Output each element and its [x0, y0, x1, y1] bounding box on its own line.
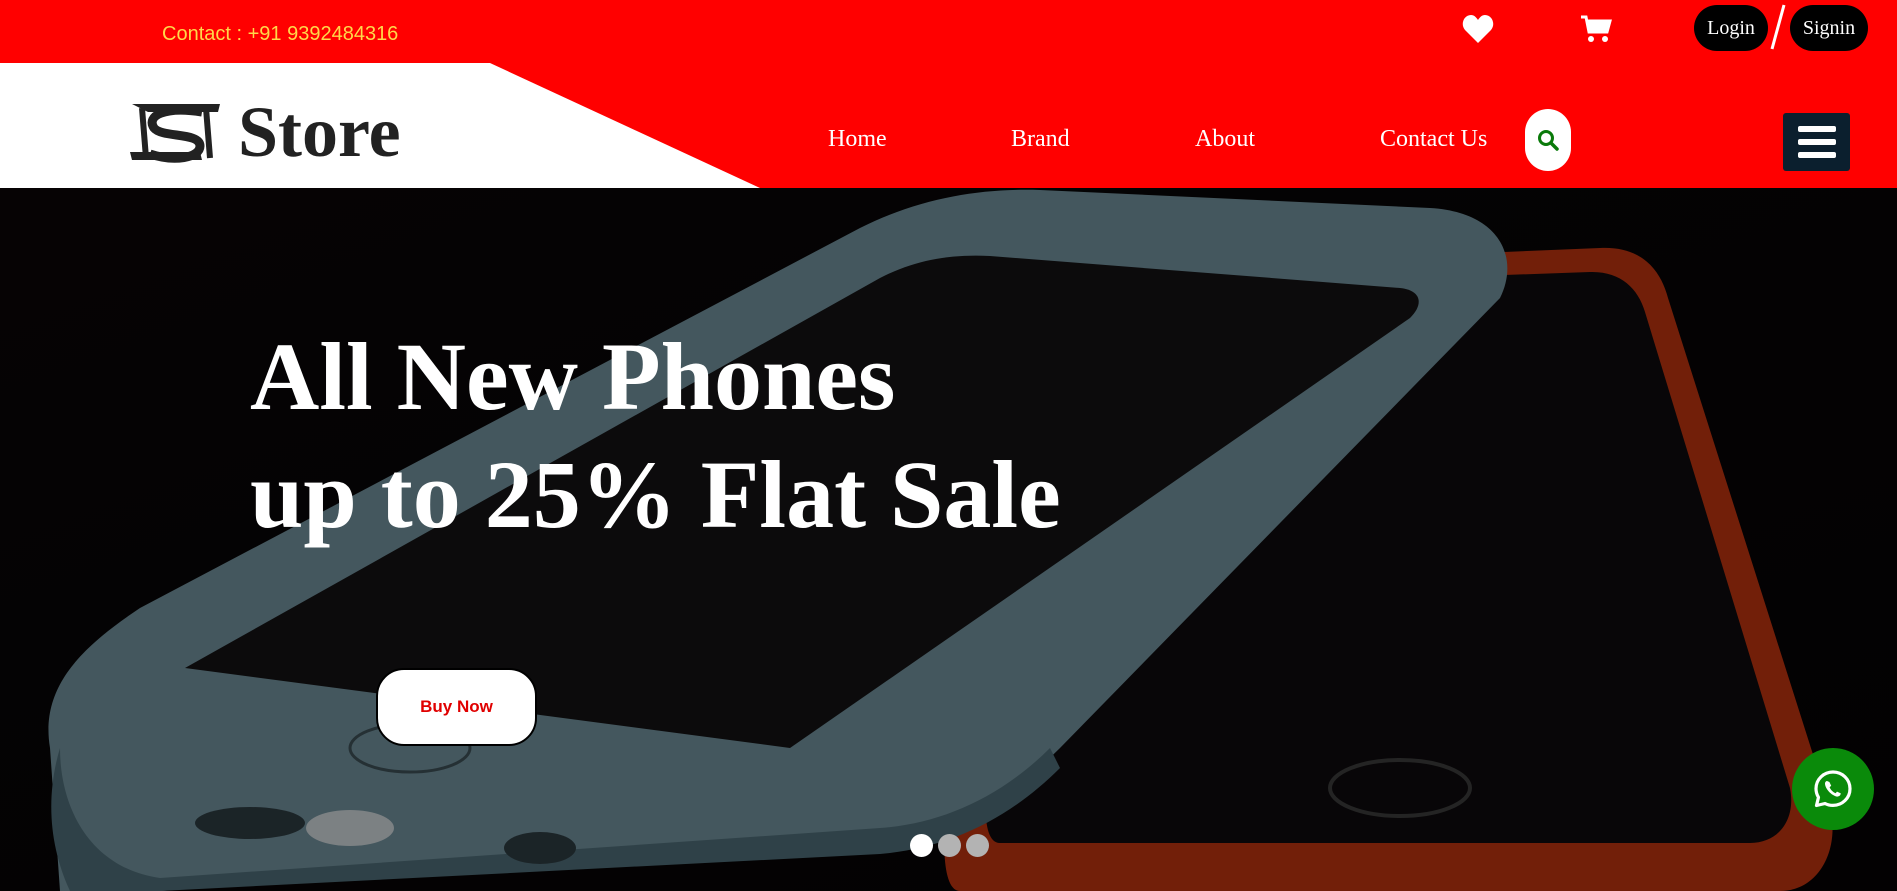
search-button[interactable] — [1525, 109, 1571, 171]
nav-home[interactable]: Home — [828, 126, 887, 153]
hero-banner: All New Phones up to 25% Flat Sale Buy N… — [0, 188, 1897, 891]
cart-icon[interactable] — [1578, 12, 1614, 46]
site-header: Contact : +91 9392484316 Store Login Sig… — [0, 0, 1897, 188]
brand-name: Store — [238, 92, 401, 172]
heart-icon[interactable] — [1460, 12, 1496, 46]
nav-brand[interactable]: Brand — [1011, 126, 1070, 153]
menu-bar — [1797, 152, 1836, 158]
auth-divider — [1770, 4, 1786, 50]
hero-title-line-2: up to 25% Flat Sale — [250, 441, 1061, 548]
whatsapp-icon — [1814, 770, 1852, 808]
nav-contact-us[interactable]: Contact Us — [1380, 126, 1487, 153]
site-logo[interactable]: Store — [124, 96, 401, 168]
carousel-dot-3[interactable] — [966, 834, 989, 857]
logo-monogram-icon — [130, 104, 220, 163]
carousel-dot-1[interactable] — [910, 834, 933, 857]
contact-phone: Contact : +91 9392484316 — [162, 23, 399, 45]
login-button[interactable]: Login — [1694, 5, 1768, 51]
search-icon — [1538, 130, 1559, 151]
hero-title: All New Phones up to 25% Flat Sale — [250, 318, 1061, 554]
carousel-indicators — [910, 834, 989, 857]
menu-bar — [1797, 126, 1836, 132]
menu-bar — [1797, 139, 1836, 145]
hamburger-menu-button[interactable] — [1783, 113, 1850, 171]
signin-button[interactable]: Signin — [1790, 5, 1868, 51]
whatsapp-chat-button[interactable] — [1792, 748, 1874, 830]
carousel-dot-2[interactable] — [938, 834, 961, 857]
buy-now-button[interactable]: Buy Now — [376, 668, 537, 746]
nav-about[interactable]: About — [1195, 126, 1255, 153]
hero-title-line-1: All New Phones — [250, 323, 896, 430]
